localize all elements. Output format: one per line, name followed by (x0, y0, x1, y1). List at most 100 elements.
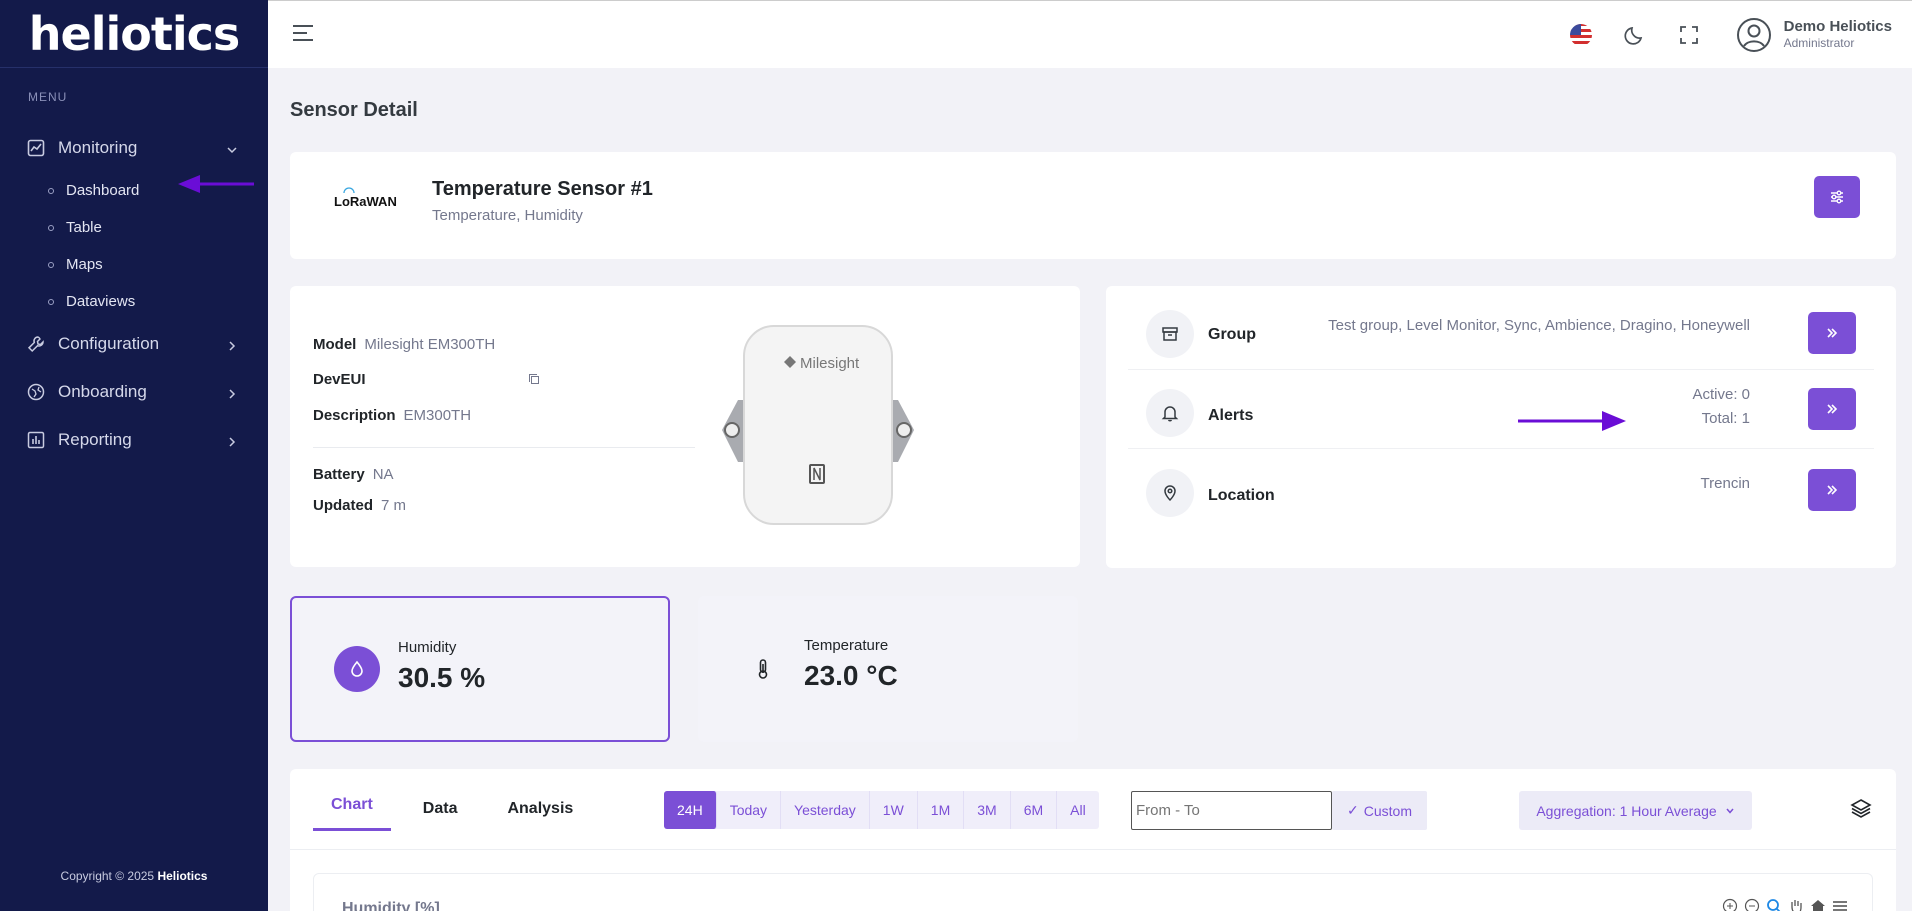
nav-reporting-label: Reporting (58, 430, 132, 449)
nav-reporting[interactable]: Reporting (0, 416, 268, 464)
layers-icon (1850, 799, 1872, 818)
model-label: Model (313, 336, 357, 353)
chevron-right-icon (226, 337, 238, 357)
tab-analysis[interactable]: Analysis (489, 769, 591, 849)
bullet-icon (48, 187, 54, 194)
copyright-text: Copyright © 2025 (60, 869, 155, 883)
temperature-label: Temperature (804, 637, 889, 654)
bullet-icon (48, 298, 54, 305)
wrench-icon (26, 334, 46, 354)
group-open-button[interactable] (1808, 312, 1856, 354)
sidebar-item-label: Dataviews (66, 293, 136, 310)
logo-text: heliotics (28, 6, 240, 61)
copyright-brand: Heliotics (157, 869, 208, 883)
chart-title: Humidity [%] (342, 900, 440, 911)
dark-mode-button[interactable] (1608, 15, 1662, 55)
deveui-row: DevEUI (313, 371, 540, 389)
aggregation-dropdown[interactable]: Aggregation: 1 Hour Average (1519, 791, 1752, 830)
logo[interactable]: heliotics (0, 0, 268, 68)
sensor-name: Temperature Sensor #1 (432, 178, 653, 200)
updated-row: Updated 7 m (313, 497, 406, 514)
chevron-down-icon (226, 141, 238, 161)
avatar (1736, 18, 1771, 52)
user-menu[interactable]: Demo Heliotics Administrator (1736, 17, 1892, 53)
date-range-input[interactable] (1131, 791, 1332, 830)
nav-onboarding[interactable]: Onboarding (0, 368, 268, 416)
range-yesterday[interactable]: Yesterday (781, 791, 870, 829)
double-chevron-right-icon (1827, 328, 1838, 338)
zoom-in-icon[interactable] (1722, 898, 1738, 911)
range-24h[interactable]: 24H (664, 791, 717, 829)
page-title: Sensor Detail (290, 99, 418, 121)
alerts-open-button[interactable] (1808, 388, 1856, 430)
nav-monitoring[interactable]: Monitoring (0, 124, 268, 172)
nav-onboarding-label: Onboarding (58, 382, 147, 401)
copy-icon[interactable] (528, 372, 540, 389)
temperature-card[interactable]: Temperature 23.0 °C (698, 596, 1078, 742)
sidebar-item-maps[interactable]: Maps (0, 246, 268, 283)
signal-icon (343, 187, 355, 194)
settings-button[interactable] (1814, 176, 1860, 218)
layers-button[interactable] (1850, 798, 1872, 823)
magnifier-icon[interactable] (1766, 898, 1782, 911)
description-label: Description (313, 407, 396, 424)
menu-toggle-button[interactable] (292, 23, 314, 48)
location-row: Location Trencin (1128, 448, 1874, 527)
battery-row: Battery NA (313, 466, 394, 483)
annotation-arrow-left (178, 175, 254, 193)
sensor-types: Temperature, Humidity (432, 207, 583, 224)
range-1m[interactable]: 1M (918, 791, 965, 829)
double-chevron-right-icon (1827, 485, 1838, 495)
map-pin-icon (1146, 469, 1194, 517)
deveui-label: DevEUI (313, 371, 366, 388)
user-name: Demo Heliotics (1783, 18, 1892, 35)
menu-title: MENU (28, 90, 68, 104)
chart-toolbar (1722, 898, 1848, 911)
time-range-group: 24H Today Yesterday 1W 1M 3M 6M All (664, 791, 1099, 829)
zoom-out-icon[interactable] (1744, 898, 1760, 911)
sliders-icon (1831, 190, 1843, 204)
tab-divider (290, 849, 1896, 850)
us-flag-icon (1569, 24, 1592, 46)
bar-chart-icon (26, 430, 46, 450)
tab-data[interactable]: Data (405, 769, 476, 849)
chart-icon (26, 138, 46, 158)
range-all[interactable]: All (1057, 791, 1099, 829)
copyright: Copyright © 2025 Heliotics (0, 869, 268, 883)
sidebar: heliotics MENU Monitoring Dashboard Tabl… (0, 0, 268, 911)
pan-hand-icon[interactable] (1788, 898, 1804, 911)
range-6m[interactable]: 6M (1011, 791, 1058, 829)
thermometer-icon (740, 646, 786, 692)
sensor-header-card: LoRaWAN Temperature Sensor #1 Temperatur… (290, 152, 1896, 259)
tab-bar: Chart Data Analysis (313, 769, 605, 849)
check-icon: ✓ (1347, 802, 1359, 818)
humidity-card[interactable]: Humidity 30.5 % (290, 596, 670, 742)
sidebar-item-table[interactable]: Table (0, 209, 268, 246)
double-chevron-right-icon (1827, 404, 1838, 414)
home-icon[interactable] (1810, 898, 1826, 911)
language-flag-button[interactable] (1554, 15, 1608, 55)
droplet-icon (334, 646, 380, 692)
custom-range-button[interactable]: ✓ Custom (1332, 791, 1427, 830)
updated-value: 7 m (381, 497, 407, 514)
range-3m[interactable]: 3M (964, 791, 1011, 829)
nav-configuration[interactable]: Configuration (0, 320, 268, 368)
topbar: Demo Heliotics Administrator (268, 0, 1912, 68)
model-value: Milesight EM300TH (364, 336, 496, 353)
range-today[interactable]: Today (717, 791, 782, 829)
range-1w[interactable]: 1W (870, 791, 918, 829)
alerts-total: Total: 1 (1701, 410, 1750, 427)
model-row: Model Milesight EM300TH (313, 336, 495, 353)
chart-menu-icon[interactable] (1832, 898, 1848, 911)
humidity-label: Humidity (398, 639, 457, 656)
battery-value: NA (372, 466, 394, 483)
fullscreen-button[interactable] (1662, 15, 1716, 55)
alerts-active: Active: 0 (1692, 386, 1750, 403)
tab-chart[interactable]: Chart (313, 769, 391, 831)
annotation-arrow-right (1518, 411, 1626, 431)
location-open-button[interactable] (1808, 469, 1856, 511)
relations-card: Group Test group, Level Monitor, Sync, A… (1106, 286, 1896, 568)
sidebar-item-dataviews[interactable]: Dataviews (0, 283, 268, 320)
nav-configuration-label: Configuration (58, 334, 160, 353)
sidebar-item-label: Maps (66, 256, 103, 273)
